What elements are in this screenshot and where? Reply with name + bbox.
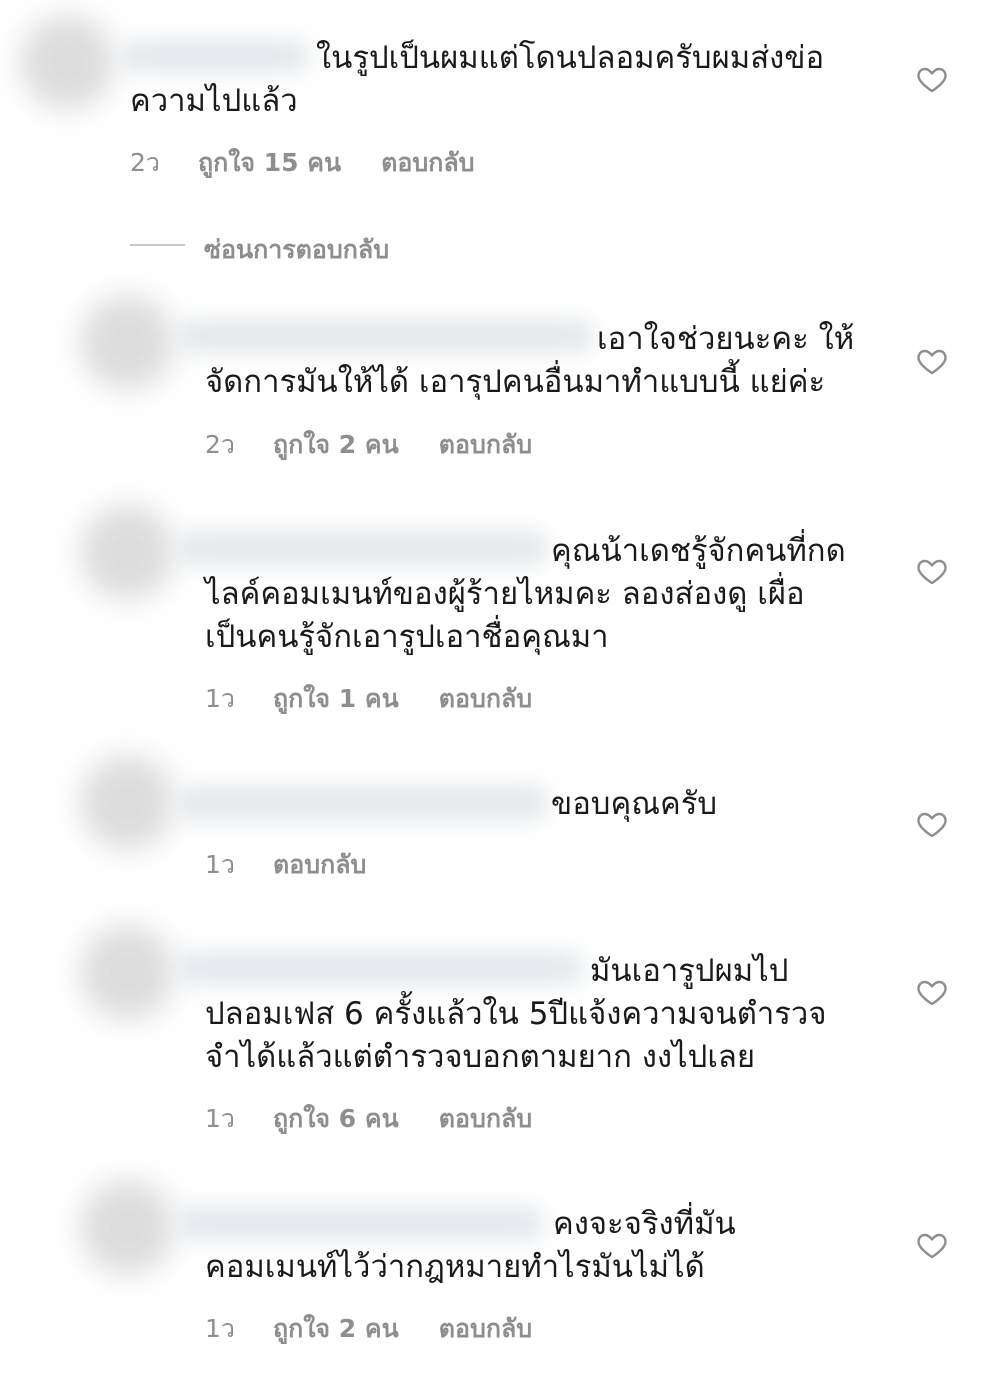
comment-meta: 1ว ถูกใจ 1 คน ตอบกลับ — [205, 679, 572, 719]
reply-button[interactable]: ตอบกลับ — [381, 143, 474, 183]
avatar[interactable] — [80, 505, 175, 600]
comment-text: คุณน้าเดชรู้จักคนที่กด ไลค์คอมเมนท์ของผู… — [205, 533, 846, 655]
comment-time: 2ว — [130, 148, 160, 177]
likes-count-link[interactable]: ถูกใจ 1 คน — [273, 679, 399, 719]
comment-text: ขอบคุณครับ — [551, 786, 718, 822]
reply-button[interactable]: ตอบกลับ — [439, 679, 532, 719]
likes-count-link[interactable]: ถูกใจ 15 คน — [198, 143, 341, 183]
comment-time: 2ว — [205, 430, 235, 459]
comment-time: 1ว — [205, 850, 235, 879]
heart-icon[interactable] — [916, 555, 948, 587]
comment-text: เอาใจช่วยนะคะ ให้ จัดการมันให้ได้ เอารุป… — [205, 321, 855, 400]
comment-meta: 2ว ถูกใจ 2 คน ตอบกลับ — [205, 425, 572, 465]
avatar[interactable] — [80, 295, 175, 390]
comment-text: ในรูปเป็นผมแต่โดนปลอมครับผมส่งข่อ ความไป… — [130, 40, 825, 119]
comment-text: มันเอารูปผมไป ปลอมเฟส 6 ครั้งแล้วใน 5ปีแ… — [205, 953, 827, 1075]
comment-meta: 1ว ถูกใจ 2 คน ตอบกลับ — [205, 1309, 572, 1349]
comment-meta: 1ว ถูกใจ 6 คน ตอบกลับ — [205, 1099, 572, 1139]
comment-meta: 1ว ตอบกลับ — [205, 845, 406, 885]
comment-meta: 2ว ถูกใจ 15 คน ตอบกลับ — [130, 143, 515, 183]
hide-replies-line — [130, 244, 185, 246]
comment-time: 1ว — [205, 684, 235, 713]
reply-button[interactable]: ตอบกลับ — [439, 1099, 532, 1139]
comment-time: 1ว — [205, 1104, 235, 1133]
likes-count-link[interactable]: ถูกใจ 2 คน — [273, 1309, 399, 1349]
avatar[interactable] — [80, 755, 175, 850]
heart-icon[interactable] — [916, 63, 948, 95]
comment-text: คงจะจริงที่มัน คอมเมนท์ไว้ว่ากฎหมายทำไรม… — [205, 1206, 736, 1285]
comment-time: 1ว — [205, 1314, 235, 1343]
avatar[interactable] — [20, 15, 115, 110]
hide-replies-button[interactable]: ซ่อนการตอบกลับ — [204, 230, 389, 270]
reply-button[interactable]: ตอบกลับ — [439, 1309, 532, 1349]
likes-count-link[interactable]: ถูกใจ 2 คน — [273, 425, 399, 465]
heart-icon[interactable] — [916, 976, 948, 1008]
reply-button[interactable]: ตอบกลับ — [273, 845, 366, 885]
reply-button[interactable]: ตอบกลับ — [439, 425, 532, 465]
heart-icon[interactable] — [916, 808, 948, 840]
heart-icon[interactable] — [916, 345, 948, 377]
avatar[interactable] — [80, 925, 175, 1020]
avatar[interactable] — [80, 1180, 175, 1275]
heart-icon[interactable] — [916, 1229, 948, 1261]
likes-count-link[interactable]: ถูกใจ 6 คน — [273, 1099, 399, 1139]
